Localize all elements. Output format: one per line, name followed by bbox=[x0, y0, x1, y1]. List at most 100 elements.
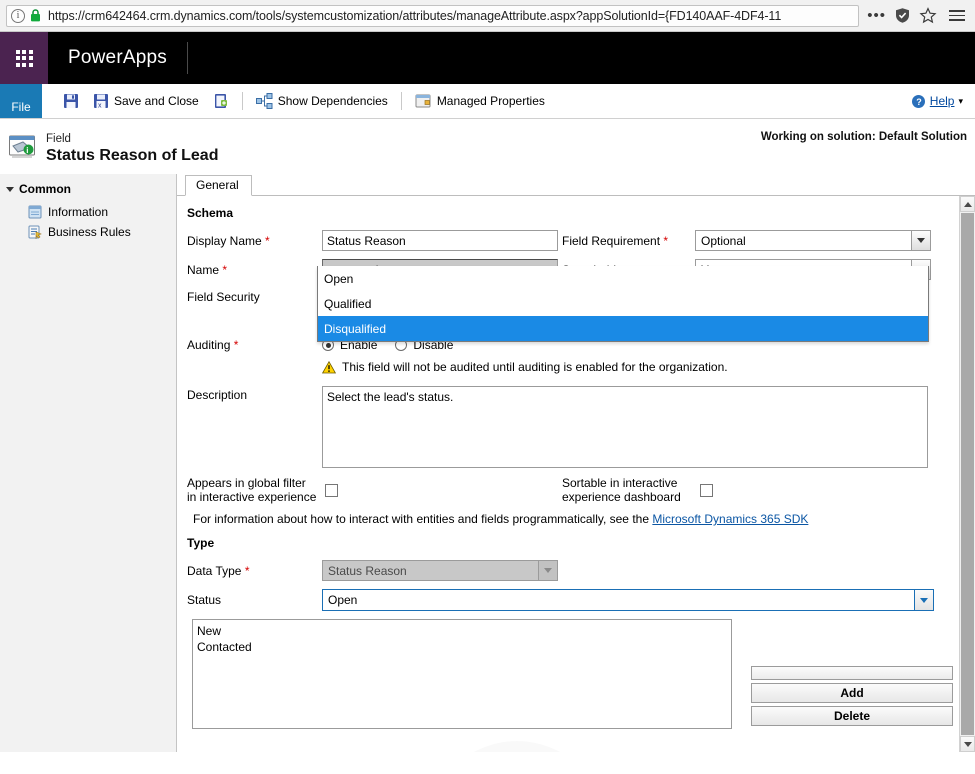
data-type-value: Status Reason bbox=[328, 563, 407, 578]
entity-kind-label: Field bbox=[46, 132, 71, 145]
sortable-label: Sortable in interactive experience dashb… bbox=[562, 476, 692, 504]
ribbon-divider-2 bbox=[400, 92, 402, 110]
sidebar-item-business-rules[interactable]: Business Rules bbox=[6, 222, 176, 242]
form-pane: General Schema Display Name * Fiel bbox=[177, 174, 975, 752]
row-display-name: Display Name * Field Requirement * Optio… bbox=[187, 230, 953, 251]
delete-button[interactable]: Delete bbox=[751, 706, 953, 726]
field-security-label: Field Security bbox=[187, 290, 260, 304]
dropdown-option-disqualified[interactable]: Disqualified bbox=[318, 316, 928, 341]
display-name-label-wrap: Display Name * bbox=[187, 234, 322, 248]
file-tab[interactable]: File bbox=[0, 84, 42, 118]
browser-menu-icon[interactable] bbox=[949, 7, 965, 24]
row-data-type: Data Type * Status Reason bbox=[187, 560, 953, 581]
help-caret-icon[interactable]: ▾ bbox=[958, 96, 963, 107]
status-dropdown-list[interactable]: Open Qualified Disqualified bbox=[317, 266, 929, 342]
description-textarea[interactable]: Select the lead's status. bbox=[322, 386, 928, 468]
sidebar-item-information[interactable]: Information bbox=[6, 202, 176, 222]
nav-group-label: Common bbox=[19, 182, 71, 196]
brand-title[interactable]: PowerApps bbox=[48, 32, 187, 84]
managed-properties-button[interactable]: Managed Properties bbox=[408, 91, 552, 111]
sortable-checkbox[interactable] bbox=[700, 483, 713, 497]
sdk-info-line: For information about how to interact wi… bbox=[193, 512, 953, 526]
managed-properties-icon bbox=[415, 94, 431, 108]
status-label: Status bbox=[187, 593, 222, 607]
help-link[interactable]: Help bbox=[930, 94, 955, 108]
sortable-line2: experience dashboard bbox=[562, 490, 681, 504]
save-and-close-button[interactable]: x Save and Close bbox=[86, 91, 206, 111]
list-item[interactable]: New bbox=[197, 623, 731, 639]
scroll-up-button[interactable] bbox=[960, 196, 975, 212]
bookmark-star-icon[interactable] bbox=[919, 6, 937, 25]
auditing-warning-text: This field will not be audited until aud… bbox=[342, 360, 728, 374]
global-filter-block: Appears in global filter in interactive … bbox=[187, 476, 562, 504]
show-dependencies-button[interactable]: Show Dependencies bbox=[249, 91, 395, 111]
save-and-close-icon: x bbox=[94, 94, 108, 109]
status-value: Open bbox=[328, 593, 358, 607]
name-label: Name bbox=[187, 262, 220, 277]
shield-icon[interactable] bbox=[894, 7, 911, 24]
scroll-down-button[interactable] bbox=[960, 736, 975, 752]
information-icon bbox=[28, 205, 42, 219]
nav-group-common[interactable]: Common bbox=[6, 182, 176, 196]
display-name-input[interactable] bbox=[322, 230, 558, 251]
field-requirement-select[interactable]: Optional bbox=[695, 230, 931, 251]
content-area: Common Information Business Rules Genera… bbox=[0, 174, 975, 752]
sdk-info-text: For information about how to interact wi… bbox=[193, 512, 649, 526]
row-description: Description Select the lead's status. bbox=[187, 386, 953, 468]
auditing-label: Auditing bbox=[187, 338, 231, 352]
save-button[interactable] bbox=[56, 91, 86, 111]
solution-context-label: Working on solution: Default Solution bbox=[760, 131, 967, 143]
required-asterisk: * bbox=[230, 338, 239, 352]
overflow-dots: ••• bbox=[867, 6, 886, 24]
required-asterisk: * bbox=[241, 563, 250, 578]
chevron-down-icon[interactable] bbox=[914, 590, 933, 610]
sdk-link[interactable]: Microsoft Dynamics 365 SDK bbox=[652, 512, 808, 526]
status-select[interactable]: Open bbox=[322, 589, 934, 611]
lock-icon[interactable] bbox=[30, 9, 41, 22]
address-bar[interactable]: i https://crm642464.crm.dynamics.com/too… bbox=[6, 4, 860, 27]
new-field-button[interactable] bbox=[206, 91, 236, 111]
ribbon-divider-1 bbox=[241, 92, 243, 110]
app-launcher-waffle-icon[interactable] bbox=[0, 32, 48, 84]
auditing-warning-row: This field will not be audited until aud… bbox=[322, 360, 953, 374]
scrollbar-thumb[interactable] bbox=[961, 213, 974, 735]
list-item[interactable]: Contacted bbox=[197, 639, 731, 655]
global-filter-checkbox[interactable] bbox=[325, 483, 338, 497]
row-interactive-options: Appears in global filter in interactive … bbox=[187, 476, 953, 504]
form-scrollbar[interactable] bbox=[959, 196, 975, 752]
add-button[interactable]: Add bbox=[751, 683, 953, 703]
svg-text:?: ? bbox=[916, 97, 922, 107]
required-asterisk: * bbox=[660, 233, 669, 248]
dropdown-option-qualified[interactable]: Qualified bbox=[318, 291, 928, 316]
field-requirement-value: Optional bbox=[701, 233, 746, 248]
save-icon bbox=[64, 94, 78, 108]
dropdown-option-open[interactable]: Open bbox=[318, 266, 928, 291]
app-bar-divider bbox=[186, 42, 188, 74]
options-listbox[interactable]: New Contacted bbox=[192, 619, 732, 729]
field-requirement-label-wrap: Field Requirement * bbox=[562, 234, 695, 248]
save-and-close-label: Save and Close bbox=[114, 94, 199, 108]
description-label: Description bbox=[187, 388, 248, 402]
svg-text:x: x bbox=[98, 102, 102, 109]
decorative-watermark bbox=[427, 741, 607, 752]
sidebar-item-label: Business Rules bbox=[48, 225, 131, 239]
field-icon: i bbox=[8, 134, 38, 165]
page-actions-icon[interactable]: ••• bbox=[867, 6, 886, 24]
auditing-label-wrap: Auditing * bbox=[187, 338, 322, 352]
data-type-select: Status Reason bbox=[322, 560, 558, 581]
tab-strip: General bbox=[177, 174, 975, 196]
expand-triangle-icon bbox=[6, 187, 14, 192]
chevron-down-icon[interactable] bbox=[911, 231, 930, 250]
required-asterisk: * bbox=[219, 262, 228, 277]
site-info-icon[interactable]: i bbox=[11, 8, 25, 23]
left-navigation: Common Information Business Rules bbox=[0, 174, 177, 752]
command-bar: File x Save and Close Show Dependencies … bbox=[0, 84, 975, 119]
tab-general[interactable]: General bbox=[185, 175, 252, 196]
edit-button-placeholder[interactable] bbox=[751, 666, 953, 680]
warning-icon bbox=[322, 360, 336, 373]
global-filter-line2: in interactive experience bbox=[187, 490, 317, 504]
managed-properties-label: Managed Properties bbox=[436, 94, 545, 108]
url-text: https://crm642464.crm.dynamics.com/tools… bbox=[48, 8, 782, 23]
type-section-heading: Type bbox=[187, 536, 215, 550]
browser-toolbar: i https://crm642464.crm.dynamics.com/too… bbox=[0, 0, 975, 32]
